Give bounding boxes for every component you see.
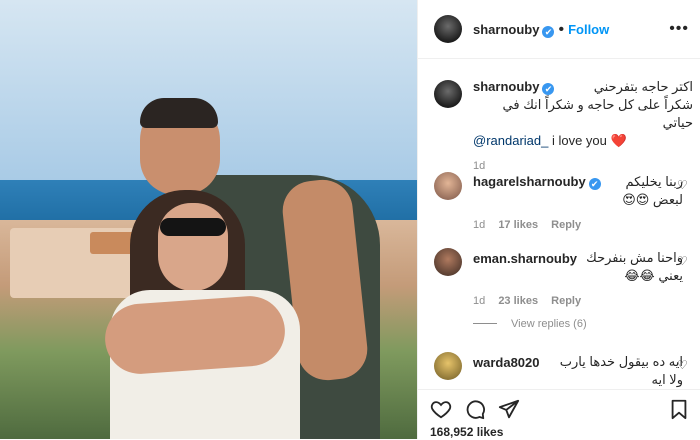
comment-heart-icon[interactable]: ♡	[677, 178, 689, 192]
comment-line2: لبعض 😍😍	[622, 192, 683, 207]
heart-emoji: ❤️	[610, 133, 627, 148]
comment-meta: 1d 17 likes Reply	[473, 219, 683, 231]
photo-sunglasses	[160, 218, 226, 236]
mention-link[interactable]: @randariad_	[473, 133, 548, 148]
comment-username[interactable]: warda8020	[473, 355, 540, 370]
caption-line2: شكراً على كل حاجه و شكراً انك في حياتي	[502, 97, 693, 130]
comment-line2: يعني 😂😂	[624, 268, 683, 283]
comment-time: 1d	[473, 219, 486, 231]
post-panel: sharnouby ✔ • Follow ••• sharnouby ✔ اكتر حا…	[417, 0, 700, 440]
verified-icon: ✔	[542, 83, 555, 95]
view-replies-line	[473, 323, 497, 324]
comment-time: 1d	[473, 295, 486, 307]
view-replies-button[interactable]: View replies (6)	[473, 318, 587, 330]
separator-dot: •	[558, 21, 565, 38]
comment-2: eman.sharnouby واحنا مش بنفرحك يعني 😂😂 1…	[473, 249, 683, 307]
caption-username[interactable]: sharnouby	[473, 79, 539, 94]
post-header: sharnouby ✔ • Follow •••	[418, 0, 700, 59]
photo-woman-arm	[102, 293, 288, 377]
comment-line2: ولا ايه	[651, 372, 683, 387]
caption-tail: i love you	[548, 133, 611, 148]
caption-time: 1d	[473, 160, 486, 172]
comment-heart-icon[interactable]: ♡	[677, 358, 689, 372]
comment-avatar-3[interactable]	[434, 352, 462, 380]
comment-likes[interactable]: 23 likes	[498, 295, 538, 307]
comment-heart-icon[interactable]: ♡	[677, 254, 689, 268]
comment-username[interactable]: eman.sharnouby	[473, 251, 577, 266]
comment-line1: ربنا يخليكم	[625, 174, 683, 189]
comment-avatar-2[interactable]	[434, 248, 462, 276]
comment-line1: ايه ده بيقول خدها يارب	[559, 354, 683, 369]
photo-man-hair	[140, 98, 218, 128]
heart-icon[interactable]	[430, 398, 452, 420]
comment-3: warda8020 ايه ده بيقول خدها يارب ولا ايه	[473, 353, 683, 389]
caption-line3: @randariad_ i love you ❤️	[473, 132, 693, 150]
comment-icon[interactable]	[464, 398, 486, 420]
view-replies-label[interactable]: View replies (6)	[511, 318, 587, 330]
author-line: sharnouby ✔ • Follow	[473, 21, 609, 39]
comment-username[interactable]: hagarelsharnouby	[473, 174, 586, 189]
verified-icon: ✔	[542, 26, 555, 38]
comment-likes[interactable]: 17 likes	[498, 219, 538, 231]
comment-reply[interactable]: Reply	[551, 219, 581, 231]
comment-reply[interactable]: Reply	[551, 295, 581, 307]
comment-1: hagarelsharnouby ✔ ربنا يخليكم لبعض 😍😍 1d…	[473, 173, 683, 231]
comment-line1: واحنا مش بنفرحك	[586, 250, 683, 265]
more-options-icon[interactable]: •••	[669, 20, 689, 38]
author-avatar[interactable]	[434, 15, 462, 43]
caption-line1: اكتر حاجه بتفرحني	[593, 79, 693, 94]
verified-icon: ✔	[588, 178, 601, 190]
caption: sharnouby ✔ اكتر حاجه بتفرحني شكراً على ك…	[473, 78, 693, 172]
comment-avatar-1[interactable]	[434, 172, 462, 200]
comment-meta: 1d 23 likes Reply	[473, 295, 683, 307]
follow-button[interactable]: Follow	[568, 22, 609, 37]
caption-avatar[interactable]	[434, 80, 462, 108]
post-photo[interactable]	[0, 0, 417, 439]
bookmark-icon[interactable]	[668, 398, 690, 420]
photo-woman-face	[158, 203, 228, 291]
share-icon[interactable]	[498, 398, 520, 420]
author-username[interactable]: sharnouby	[473, 22, 539, 37]
likes-count[interactable]: 168,952 likes	[430, 425, 503, 439]
